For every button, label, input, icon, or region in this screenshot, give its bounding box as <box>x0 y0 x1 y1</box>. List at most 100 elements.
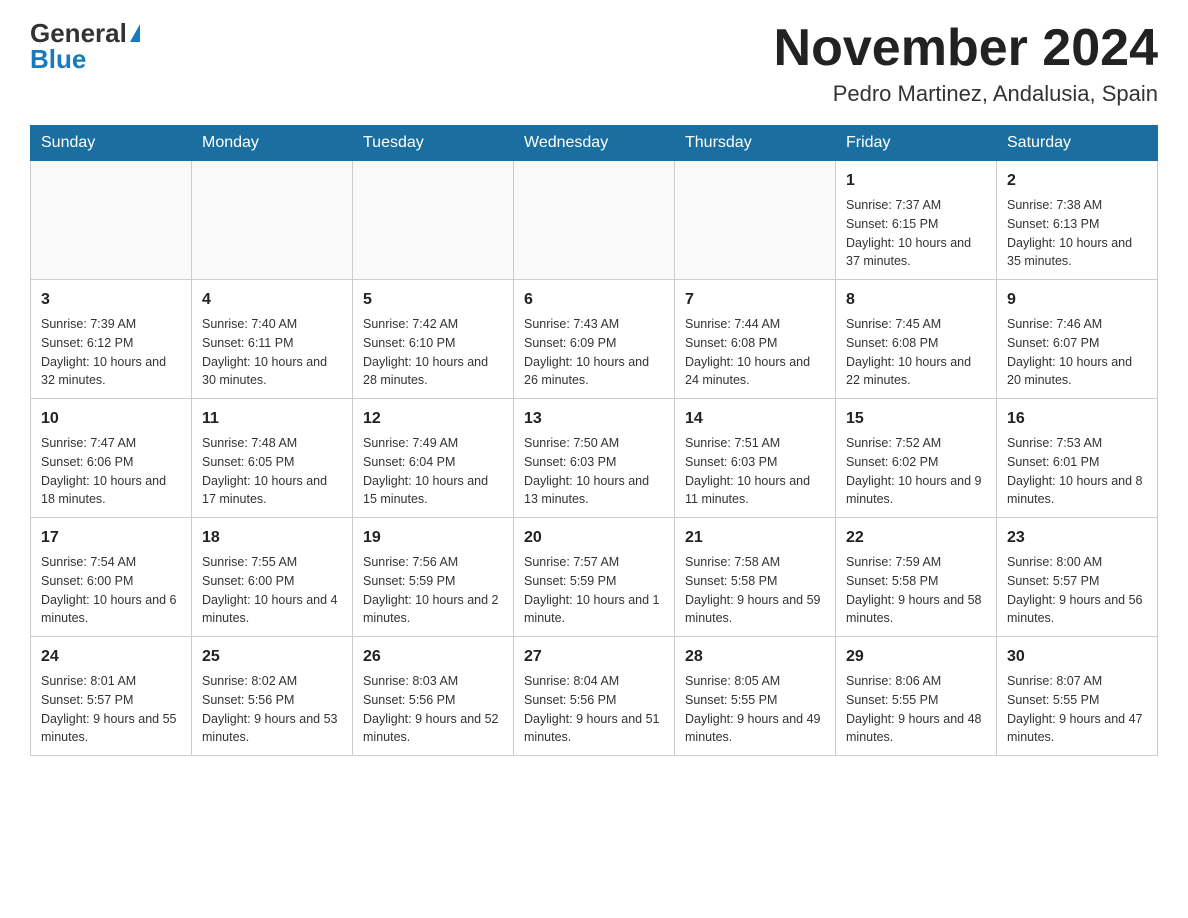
day-number: 5 <box>363 288 503 312</box>
calendar-cell: 26 Sunrise: 8:03 AM Sunset: 5:56 PM Dayli… <box>353 637 514 756</box>
calendar-cell: 6 Sunrise: 7:43 AM Sunset: 6:09 PM Daylig… <box>514 280 675 399</box>
day-number: 7 <box>685 288 825 312</box>
day-number: 21 <box>685 526 825 550</box>
calendar-cell <box>514 161 675 280</box>
calendar-cell: 2Sunrise: 7:38 AM Sunset: 6:13 PM Daylig… <box>997 161 1158 280</box>
day-info: Sunrise: 8:07 AM Sunset: 5:55 PM Dayligh… <box>1007 672 1147 747</box>
calendar-cell: 28 Sunrise: 8:05 AM Sunset: 5:55 PM Dayli… <box>675 637 836 756</box>
calendar-cell: 13 Sunrise: 7:50 AM Sunset: 6:03 PM Dayli… <box>514 399 675 518</box>
day-number: 2 <box>1007 169 1147 193</box>
day-info: Sunrise: 8:03 AM Sunset: 5:56 PM Dayligh… <box>363 672 503 747</box>
day-info: Sunrise: 7:58 AM Sunset: 5:58 PM Dayligh… <box>685 553 825 628</box>
day-info: Sunrise: 7:51 AM Sunset: 6:03 PM Dayligh… <box>685 434 825 509</box>
calendar-cell: 30 Sunrise: 8:07 AM Sunset: 5:55 PM Dayli… <box>997 637 1158 756</box>
calendar-cell: 24 Sunrise: 8:01 AM Sunset: 5:57 PM Dayli… <box>31 637 192 756</box>
day-info: Sunrise: 7:46 AM Sunset: 6:07 PM Dayligh… <box>1007 315 1147 390</box>
day-number: 4 <box>202 288 342 312</box>
day-number: 27 <box>524 645 664 669</box>
day-info: Sunrise: 7:50 AM Sunset: 6:03 PM Dayligh… <box>524 434 664 509</box>
logo-triangle-icon <box>130 24 140 42</box>
day-info: Sunrise: 7:54 AM Sunset: 6:00 PM Dayligh… <box>41 553 181 628</box>
calendar-table: SundayMondayTuesdayWednesdayThursdayFrid… <box>30 125 1158 756</box>
calendar-cell: 27 Sunrise: 8:04 AM Sunset: 5:56 PM Dayli… <box>514 637 675 756</box>
day-of-week-monday: Monday <box>192 126 353 161</box>
calendar-cell <box>353 161 514 280</box>
calendar-week-1: 1 Sunrise: 7:37 AM Sunset: 6:15 PM Daylig… <box>31 161 1158 280</box>
day-number: 23 <box>1007 526 1147 550</box>
calendar-cell: 12Sunrise: 7:49 AM Sunset: 6:04 PM Dayli… <box>353 399 514 518</box>
day-number: 28 <box>685 645 825 669</box>
day-number: 25 <box>202 645 342 669</box>
calendar-cell: 9 Sunrise: 7:46 AM Sunset: 6:07 PM Daylig… <box>997 280 1158 399</box>
calendar-week-2: 3Sunrise: 7:39 AM Sunset: 6:12 PM Daylig… <box>31 280 1158 399</box>
day-number: 3 <box>41 288 181 312</box>
calendar-cell: 14 Sunrise: 7:51 AM Sunset: 6:03 PM Dayli… <box>675 399 836 518</box>
calendar-cell: 17 Sunrise: 7:54 AM Sunset: 6:00 PM Dayli… <box>31 518 192 637</box>
calendar-cell: 1 Sunrise: 7:37 AM Sunset: 6:15 PM Daylig… <box>836 161 997 280</box>
day-info: Sunrise: 7:40 AM Sunset: 6:11 PM Dayligh… <box>202 315 342 390</box>
day-number: 26 <box>363 645 503 669</box>
calendar-cell: 23 Sunrise: 8:00 AM Sunset: 5:57 PM Dayli… <box>997 518 1158 637</box>
day-info: Sunrise: 7:49 AM Sunset: 6:04 PM Dayligh… <box>363 434 503 509</box>
day-info: Sunrise: 8:01 AM Sunset: 5:57 PM Dayligh… <box>41 672 181 747</box>
day-info: Sunrise: 7:59 AM Sunset: 5:58 PM Dayligh… <box>846 553 986 628</box>
day-info: Sunrise: 8:05 AM Sunset: 5:55 PM Dayligh… <box>685 672 825 747</box>
calendar-cell: 29Sunrise: 8:06 AM Sunset: 5:55 PM Dayli… <box>836 637 997 756</box>
logo: General Blue <box>30 20 140 72</box>
calendar-cell: 15 Sunrise: 7:52 AM Sunset: 6:02 PM Dayli… <box>836 399 997 518</box>
day-info: Sunrise: 8:06 AM Sunset: 5:55 PM Dayligh… <box>846 672 986 747</box>
day-info: Sunrise: 7:42 AM Sunset: 6:10 PM Dayligh… <box>363 315 503 390</box>
day-of-week-friday: Friday <box>836 126 997 161</box>
day-info: Sunrise: 7:53 AM Sunset: 6:01 PM Dayligh… <box>1007 434 1147 509</box>
calendar-body: 1 Sunrise: 7:37 AM Sunset: 6:15 PM Daylig… <box>31 161 1158 756</box>
day-of-week-saturday: Saturday <box>997 126 1158 161</box>
calendar-cell: 3Sunrise: 7:39 AM Sunset: 6:12 PM Daylig… <box>31 280 192 399</box>
title-block: November 2024 Pedro Martinez, Andalusia,… <box>774 20 1158 107</box>
calendar-cell: 16 Sunrise: 7:53 AM Sunset: 6:01 PM Dayli… <box>997 399 1158 518</box>
day-number: 24 <box>41 645 181 669</box>
day-number: 30 <box>1007 645 1147 669</box>
days-of-week-row: SundayMondayTuesdayWednesdayThursdayFrid… <box>31 126 1158 161</box>
day-info: Sunrise: 8:02 AM Sunset: 5:56 PM Dayligh… <box>202 672 342 747</box>
logo-general-text: General <box>30 20 127 46</box>
calendar-cell <box>31 161 192 280</box>
day-info: Sunrise: 7:48 AM Sunset: 6:05 PM Dayligh… <box>202 434 342 509</box>
calendar-cell: 19 Sunrise: 7:56 AM Sunset: 5:59 PM Dayli… <box>353 518 514 637</box>
day-number: 16 <box>1007 407 1147 431</box>
calendar-cell: 4 Sunrise: 7:40 AM Sunset: 6:11 PM Daylig… <box>192 280 353 399</box>
day-info: Sunrise: 7:56 AM Sunset: 5:59 PM Dayligh… <box>363 553 503 628</box>
day-info: Sunrise: 7:43 AM Sunset: 6:09 PM Dayligh… <box>524 315 664 390</box>
day-number: 20 <box>524 526 664 550</box>
calendar-cell: 10Sunrise: 7:47 AM Sunset: 6:06 PM Dayli… <box>31 399 192 518</box>
calendar-cell: 18Sunrise: 7:55 AM Sunset: 6:00 PM Dayli… <box>192 518 353 637</box>
day-number: 15 <box>846 407 986 431</box>
day-number: 9 <box>1007 288 1147 312</box>
day-number: 1 <box>846 169 986 193</box>
calendar-cell: 5 Sunrise: 7:42 AM Sunset: 6:10 PM Daylig… <box>353 280 514 399</box>
day-number: 14 <box>685 407 825 431</box>
day-number: 6 <box>524 288 664 312</box>
day-info: Sunrise: 8:00 AM Sunset: 5:57 PM Dayligh… <box>1007 553 1147 628</box>
day-number: 22 <box>846 526 986 550</box>
day-info: Sunrise: 7:37 AM Sunset: 6:15 PM Dayligh… <box>846 196 986 271</box>
month-title: November 2024 <box>774 20 1158 77</box>
day-number: 11 <box>202 407 342 431</box>
day-info: Sunrise: 7:47 AM Sunset: 6:06 PM Dayligh… <box>41 434 181 509</box>
day-info: Sunrise: 7:44 AM Sunset: 6:08 PM Dayligh… <box>685 315 825 390</box>
day-number: 13 <box>524 407 664 431</box>
day-info: Sunrise: 7:45 AM Sunset: 6:08 PM Dayligh… <box>846 315 986 390</box>
day-of-week-wednesday: Wednesday <box>514 126 675 161</box>
calendar-cell: 7 Sunrise: 7:44 AM Sunset: 6:08 PM Daylig… <box>675 280 836 399</box>
day-number: 17 <box>41 526 181 550</box>
day-number: 18 <box>202 526 342 550</box>
day-info: Sunrise: 7:52 AM Sunset: 6:02 PM Dayligh… <box>846 434 986 509</box>
day-number: 8 <box>846 288 986 312</box>
day-number: 19 <box>363 526 503 550</box>
calendar-week-5: 24 Sunrise: 8:01 AM Sunset: 5:57 PM Dayli… <box>31 637 1158 756</box>
calendar-header: SundayMondayTuesdayWednesdayThursdayFrid… <box>31 126 1158 161</box>
logo-blue-text: Blue <box>30 46 86 72</box>
page-header: General Blue November 2024 Pedro Martine… <box>30 20 1158 107</box>
day-info: Sunrise: 8:04 AM Sunset: 5:56 PM Dayligh… <box>524 672 664 747</box>
calendar-week-4: 17 Sunrise: 7:54 AM Sunset: 6:00 PM Dayli… <box>31 518 1158 637</box>
day-of-week-sunday: Sunday <box>31 126 192 161</box>
